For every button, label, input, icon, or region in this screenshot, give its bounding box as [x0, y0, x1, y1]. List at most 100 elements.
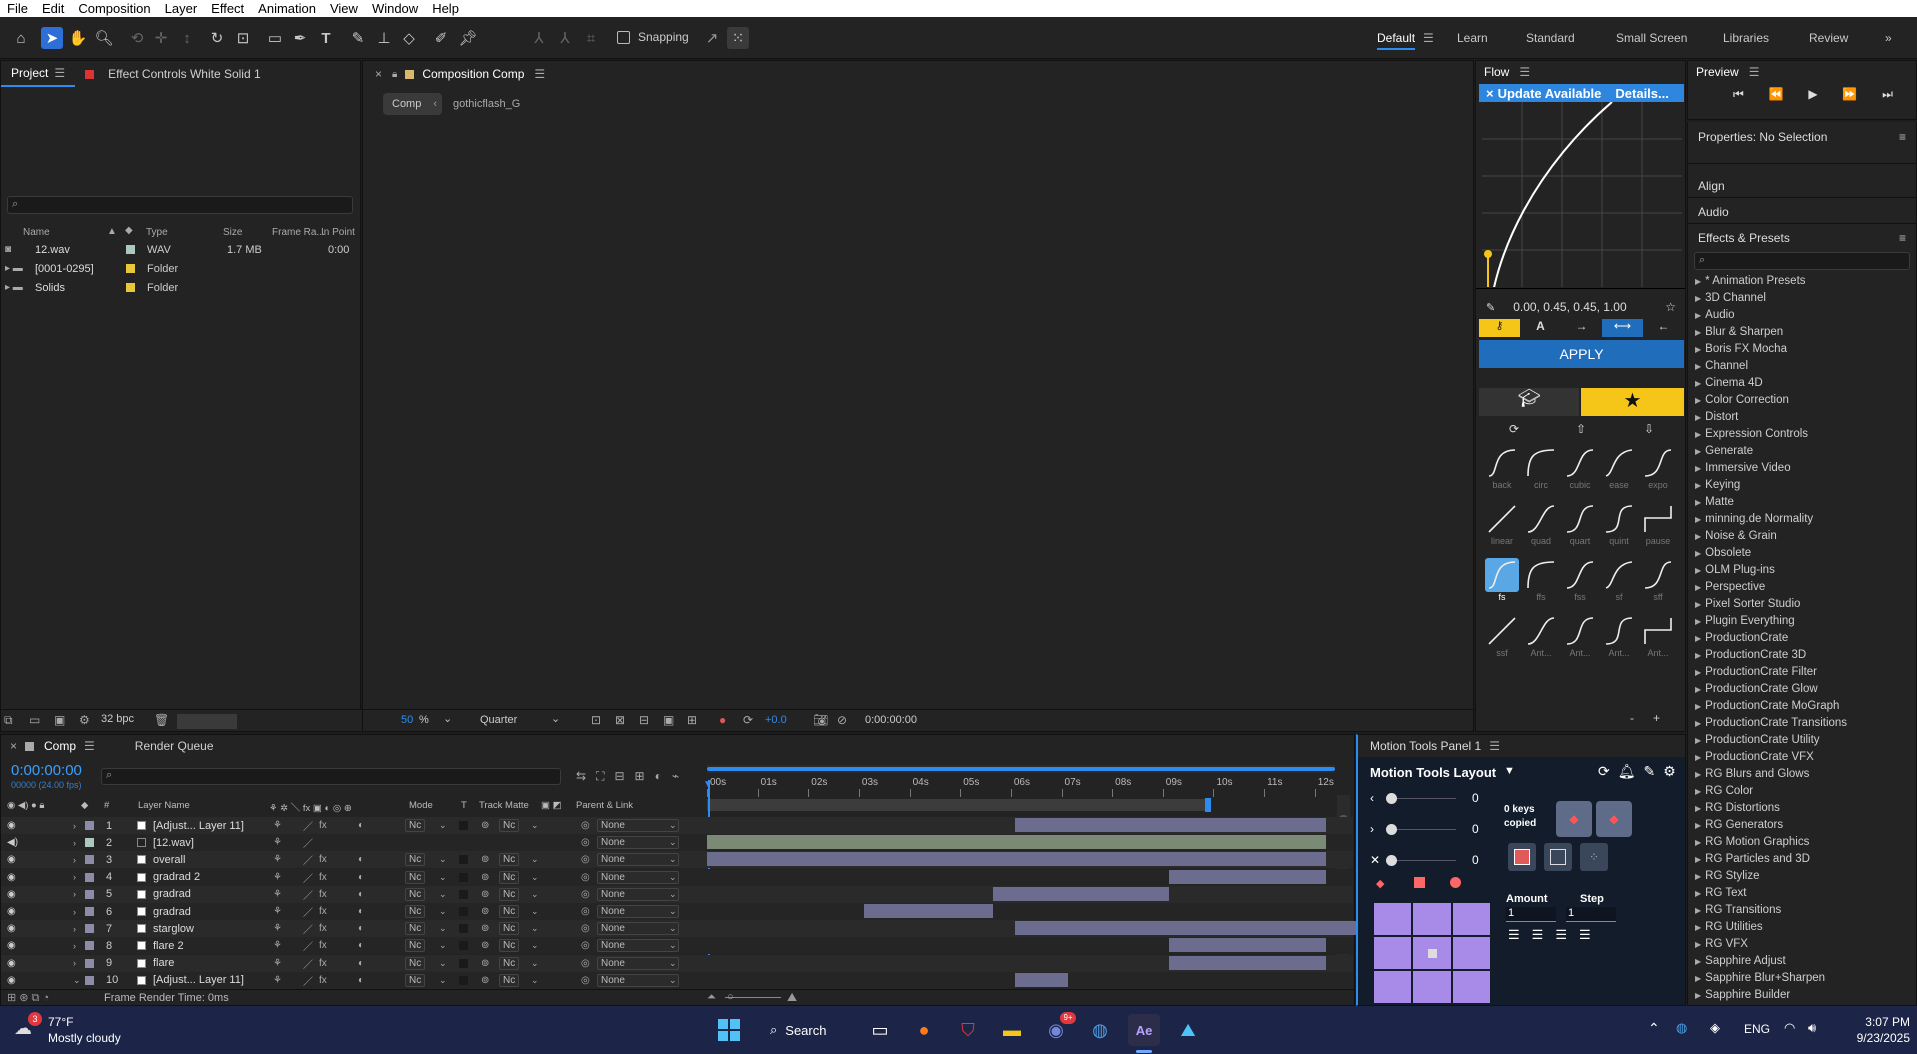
clock-date[interactable]: 9/23/2025	[1836, 1031, 1910, 1045]
fx-switch-icon[interactable]: fx	[319, 958, 327, 969]
flow-menu-icon[interactable]: ☰	[1509, 65, 1530, 79]
workspace-standard[interactable]: Standard	[1526, 31, 1575, 45]
matte-link-icon[interactable]: ⊚	[481, 872, 489, 883]
expand-arrow-icon[interactable]: ▶	[1695, 464, 1701, 473]
close-timeline-icon[interactable]: ×	[1, 739, 17, 753]
ease-preset[interactable]: Ant...	[1523, 614, 1559, 658]
expand-arrow-icon[interactable]: ▶	[1695, 804, 1701, 813]
work-area-bar[interactable]	[707, 765, 1335, 773]
expand-arrow-icon[interactable]: ▶	[1695, 566, 1701, 575]
effects-menu-icon[interactable]: ≡	[1899, 231, 1906, 245]
preserve-transparency-checkbox[interactable]	[459, 941, 468, 951]
effect-category[interactable]: ▶ Boris FX Mocha	[1691, 343, 1915, 360]
ease-preset[interactable]: ffs	[1523, 558, 1559, 602]
effect-category[interactable]: ▶ Plugin Everything	[1691, 615, 1915, 632]
zoom-out-timeline-icon[interactable]: ⏶	[707, 991, 716, 1004]
effect-category[interactable]: ▶ ProductionCrate MoGraph	[1691, 700, 1915, 717]
layer-name[interactable]: [Adjust... Layer 11]	[153, 820, 244, 832]
quality-switch-icon[interactable]: ／	[303, 956, 313, 971]
file-explorer-icon[interactable]: ▬	[996, 1014, 1028, 1046]
slider-3-handle[interactable]	[1386, 855, 1397, 866]
align-justify-icon[interactable]: ☰	[1579, 927, 1591, 943]
parent-dropdown-icon[interactable]: ⌄	[669, 940, 677, 951]
effect-category[interactable]: ▶ ProductionCrate Utility	[1691, 734, 1915, 751]
pick-whip-icon[interactable]: ◎	[581, 820, 590, 831]
ease-preset[interactable]: fs	[1484, 558, 1520, 602]
layer-duration-bar[interactable]	[1168, 955, 1326, 970]
taskbar-search[interactable]: ⌕ Search	[770, 1016, 870, 1044]
pick-whip-icon[interactable]: ◎	[581, 975, 590, 986]
ease-preset[interactable]: linear	[1484, 502, 1520, 546]
effect-category[interactable]: ▶ RG Motion Graphics	[1691, 836, 1915, 853]
motion-tools-menu-icon[interactable]: ☰	[1481, 739, 1500, 753]
anchor-top-right[interactable]	[1452, 903, 1490, 935]
settings-gear-icon[interactable]: ⚙	[1663, 763, 1676, 780]
col-mode[interactable]: Mode	[409, 800, 433, 811]
preserve-transparency-checkbox[interactable]	[459, 975, 468, 985]
new-comp-icon[interactable]: ▣	[54, 713, 65, 727]
adjustment-switch-icon[interactable]: ◐	[358, 906, 364, 917]
layer-duration-bar[interactable]	[1014, 921, 1405, 936]
effect-category[interactable]: ▶ Sapphire Blur+Sharpen	[1691, 972, 1915, 989]
selection-tool-icon[interactable]: ➤	[41, 27, 63, 49]
layer-label-chip[interactable]	[85, 907, 94, 916]
adjustment-switch-icon[interactable]: ◐	[358, 854, 364, 865]
expand-arrow-icon[interactable]: ▶	[1695, 974, 1701, 983]
layer-row[interactable]: ◉ › 1 [Adjust... Layer 11] ⚘ ／ fx ◐ Nc ⌄…	[1, 817, 1353, 834]
layer-duration-bar[interactable]	[1168, 938, 1326, 953]
resolution-select[interactable]: Quarter	[480, 714, 517, 726]
track-matte-select[interactable]: Nc	[499, 853, 520, 867]
twirl-arrow-icon[interactable]: ›	[73, 821, 76, 831]
ease-preset[interactable]: Ant...	[1601, 614, 1637, 658]
expand-arrow-icon[interactable]: ▶	[1695, 430, 1701, 439]
blend-mode-select[interactable]: Nc	[405, 853, 426, 867]
timeline-current-time[interactable]: 0:00:00:00	[11, 762, 82, 779]
fast-preview-icon[interactable]: ⊡	[591, 713, 601, 727]
layer-label-chip[interactable]	[85, 872, 94, 882]
folder-icon[interactable]: ▸ ▬	[5, 263, 23, 274]
breadcrumb-subcomp[interactable]: gothicflash_G	[453, 98, 520, 110]
expand-arrow-icon[interactable]: ▶	[1695, 362, 1701, 371]
shy-switch-icon[interactable]: ⚘	[273, 958, 282, 969]
download-icon[interactable]: ⇩	[1644, 422, 1654, 436]
bezier-values[interactable]: 0.00, 0.45, 0.45, 1.00	[1495, 300, 1626, 314]
expand-arrow-icon[interactable]: ▶	[1695, 617, 1701, 626]
effect-category[interactable]: ▶ RG VFX	[1691, 938, 1915, 955]
close-panel-icon[interactable]: ×	[363, 67, 382, 81]
adjustment-switch-icon[interactable]: ◐	[358, 820, 364, 831]
ease-preset[interactable]: cubic	[1562, 446, 1598, 490]
workspace-default[interactable]: Default	[1377, 31, 1416, 50]
menu-edit[interactable]: Edit	[35, 1, 71, 16]
effect-category[interactable]: ▶ Generate	[1691, 445, 1915, 462]
malwarebytes-icon[interactable]: ⛉	[952, 1014, 984, 1046]
layer-duration-bar[interactable]	[1014, 818, 1326, 832]
preserve-transparency-checkbox[interactable]	[459, 924, 468, 934]
layer-row[interactable]: ◉ › 8 flare 2 ⚘ ／ fx ◐ Nc ⌄ ⊚ Nc ⌄ ◎ Non…	[1, 937, 1353, 955]
blend-mode-select[interactable]: Nc	[405, 956, 426, 970]
matte-dropdown-icon[interactable]: ⌄	[531, 820, 539, 831]
shy-switch-icon[interactable]: ⚘	[273, 837, 282, 848]
matte-link-icon[interactable]: ⊚	[481, 889, 489, 900]
expand-arrow-icon[interactable]: ▶	[1695, 515, 1701, 524]
preserve-transparency-checkbox[interactable]	[459, 855, 468, 865]
parent-dropdown-icon[interactable]: ⌄	[669, 906, 677, 917]
twirl-arrow-icon[interactable]: ›	[73, 958, 76, 968]
expand-arrow-icon[interactable]: ▶	[1695, 855, 1701, 864]
layer-row[interactable]: ◉ › 5 gradrad ⚘ ／ fx ◐ Nc ⌄ ⊚ Nc ⌄ ◎ Non…	[1, 885, 1353, 903]
twirl-arrow-icon[interactable]: ›	[73, 838, 76, 848]
track-matte-select[interactable]: Nc	[499, 973, 520, 987]
expand-arrow-icon[interactable]: ▶	[1695, 549, 1701, 558]
effect-category[interactable]: ▶ RG Blurs and Glows	[1691, 768, 1915, 785]
pick-whip-icon[interactable]: ◎	[581, 906, 590, 917]
zoom-in-timeline-icon[interactable]: ⛰	[787, 990, 797, 1005]
track-matte-select[interactable]: Nc	[499, 956, 520, 970]
matte-link-icon[interactable]: ⊚	[481, 958, 489, 969]
zoom-tool-icon[interactable]: 🔍︎	[93, 27, 115, 49]
expand-arrow-icon[interactable]: ▶	[1695, 277, 1701, 286]
parent-select[interactable]: None	[597, 853, 679, 867]
ease-preset[interactable]: fss	[1562, 558, 1598, 602]
motion-blur-icon[interactable]: ◐	[655, 769, 662, 784]
effect-category[interactable]: ▶ * Animation Presets	[1691, 275, 1915, 292]
parent-dropdown-icon[interactable]: ⌄	[669, 872, 677, 883]
col-in-point[interactable]: In Point	[321, 227, 355, 238]
